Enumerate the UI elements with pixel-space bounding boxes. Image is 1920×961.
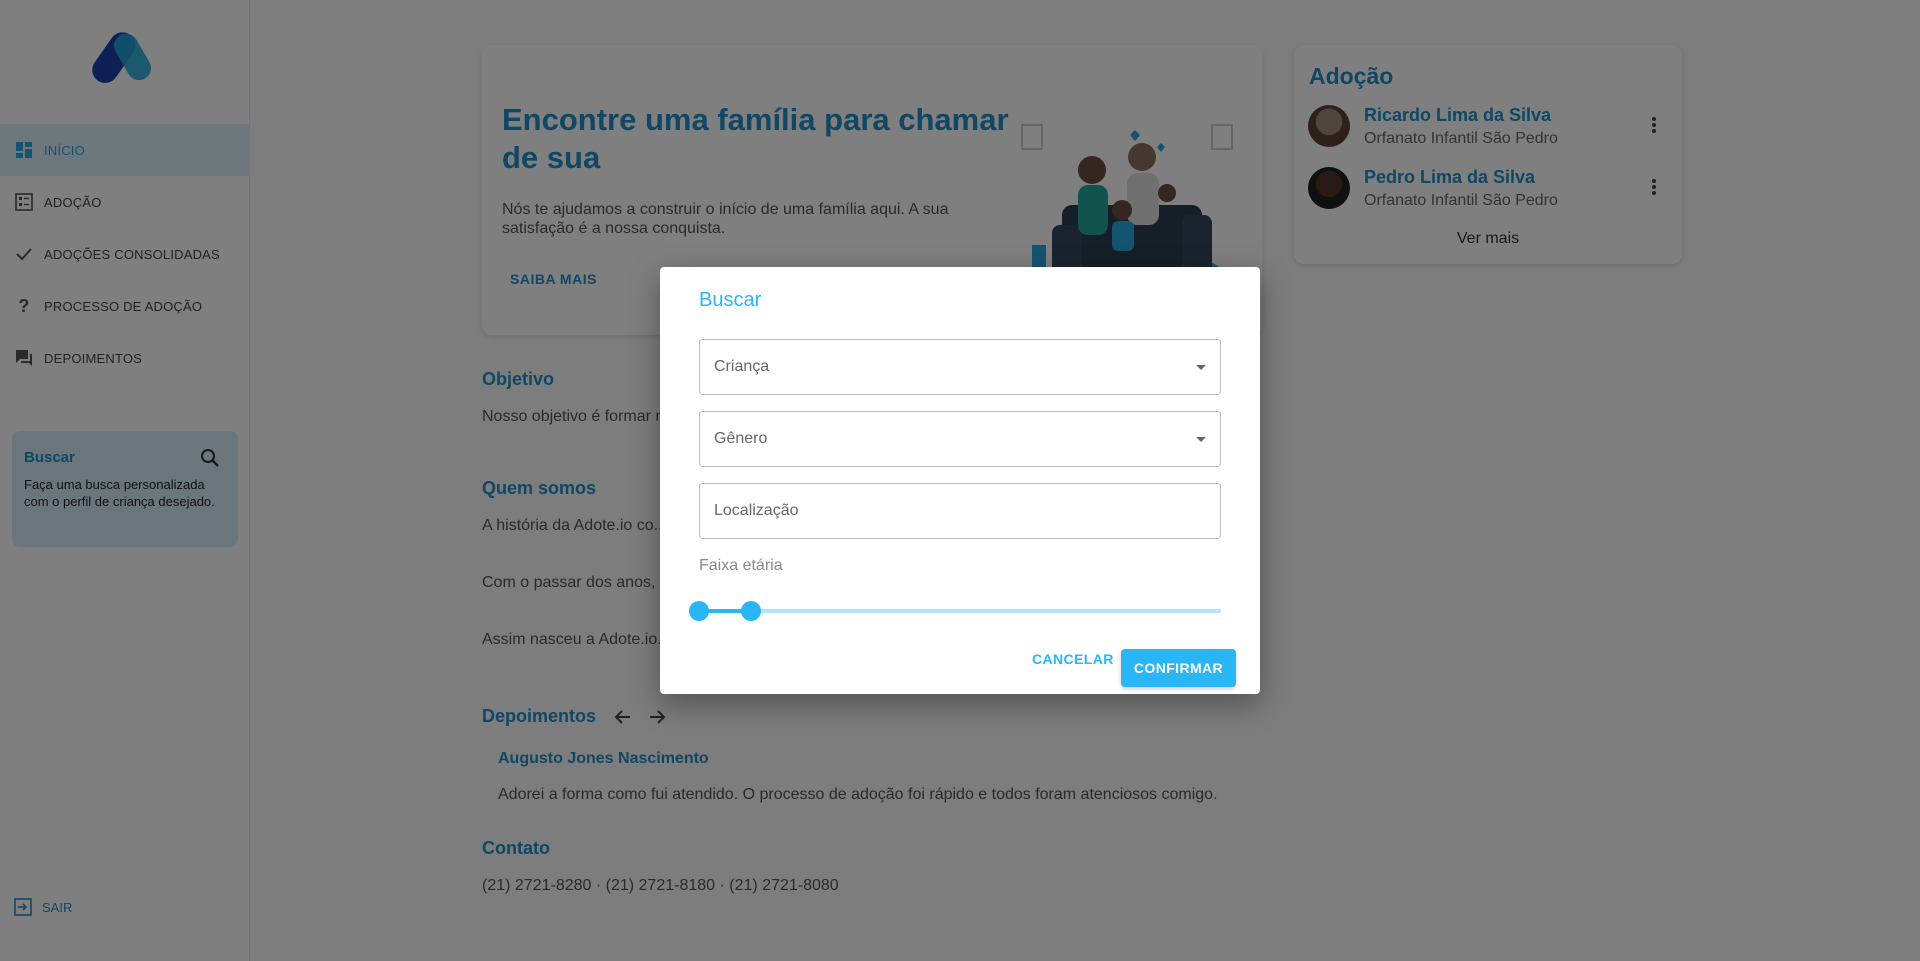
chevron-down-icon (1196, 437, 1206, 442)
confirm-button[interactable]: CONFIRMAR (1121, 649, 1236, 687)
gender-select[interactable]: Gênero (699, 411, 1221, 467)
child-select[interactable]: Criança (699, 339, 1221, 395)
slider-thumb-min[interactable] (689, 601, 709, 621)
age-range-slider[interactable] (689, 601, 1221, 621)
gender-select-label: Gênero (714, 430, 768, 447)
location-input-placeholder: Localização (714, 502, 799, 519)
cancel-button[interactable]: CANCELAR (1032, 651, 1114, 667)
child-select-label: Criança (714, 358, 770, 375)
dialog-title: Buscar (699, 289, 762, 311)
location-input[interactable]: Localização (699, 483, 1221, 539)
slider-thumb-max[interactable] (741, 601, 762, 621)
age-range-label: Faixa etária (699, 557, 783, 574)
search-dialog: Buscar Criança Gênero Localização Faixa … (660, 267, 1260, 694)
slider-rail (699, 609, 1221, 613)
chevron-down-icon (1196, 365, 1206, 370)
